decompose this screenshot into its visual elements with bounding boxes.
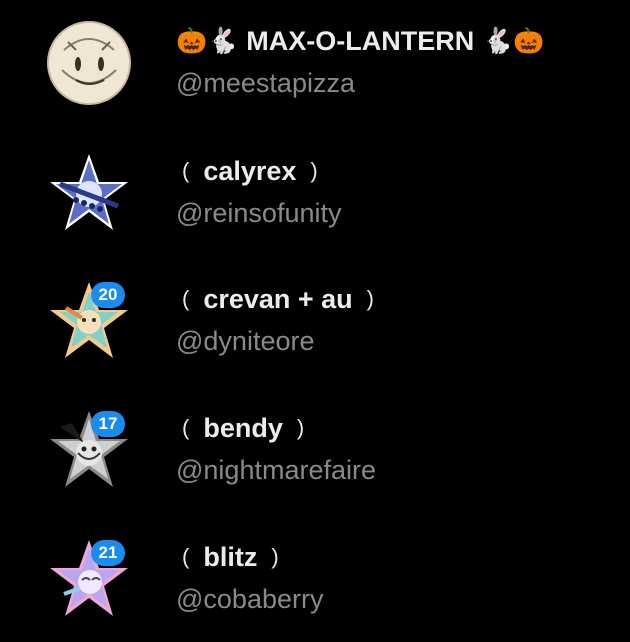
display-name: ( crevan + au ) (176, 282, 380, 316)
account-handle: @dyniteore (176, 326, 315, 356)
account-row-reinsofunity[interactable]: ( calyrex ) @reinsofunity (0, 138, 630, 248)
close-paren: ) (366, 286, 374, 311)
account-handle: @cobaberry (176, 584, 324, 614)
open-paren: ( (182, 286, 190, 311)
rabbit-icon: 🐇 (482, 26, 514, 55)
avatar[interactable] (46, 150, 132, 236)
display-name-text: blitz (203, 542, 258, 572)
pumpkin-icon: 🎃 (176, 26, 208, 55)
display-name-text: bendy (203, 413, 283, 443)
avatar-image (50, 154, 128, 230)
open-paren: ( (182, 158, 190, 183)
avatar[interactable]: 17 (46, 407, 132, 493)
open-paren: ( (182, 415, 190, 440)
account-row-meestapizza[interactable]: 🎃 🐇 MAX-O-LANTERN 🐇 🎃 @meestapizza (0, 8, 630, 118)
close-paren: ) (271, 544, 279, 569)
close-paren: ) (310, 158, 318, 183)
open-paren: ( (182, 544, 190, 569)
account-row-dyniteore[interactable]: 20 ( crevan + au ) @dyniteore (0, 266, 630, 376)
account-handle: @nightmarefaire (176, 455, 376, 485)
account-row-cobaberry[interactable]: 21 ( blitz ) @cobaberry (0, 524, 630, 634)
pumpkin-icon: 🎃 (513, 26, 545, 55)
unread-count-badge: 21 (91, 540, 125, 566)
display-name-text: MAX-O-LANTERN (246, 26, 475, 56)
display-name: 🎃 🐇 MAX-O-LANTERN 🐇 🎃 (176, 24, 545, 58)
rabbit-icon: 🐇 (207, 26, 239, 55)
display-name: ( blitz ) (176, 540, 285, 574)
avatar-image (47, 21, 131, 105)
display-name: ( bendy ) (176, 411, 310, 445)
account-row-nightmarefaire[interactable]: 17 ( bendy ) @nightmarefaire (0, 395, 630, 505)
account-handle: @meestapizza (176, 68, 355, 98)
display-name: ( calyrex ) (176, 154, 324, 188)
avatar[interactable]: 21 (46, 536, 132, 622)
unread-count-badge: 17 (91, 411, 125, 437)
account-handle: @reinsofunity (176, 198, 342, 228)
avatar[interactable] (46, 20, 132, 106)
avatar[interactable]: 20 (46, 278, 132, 364)
unread-count-badge: 20 (91, 282, 125, 308)
display-name-text: calyrex (203, 156, 297, 186)
display-name-text: crevan + au (203, 284, 353, 314)
account-list: 🎃 🐇 MAX-O-LANTERN 🐇 🎃 @meestapizza ( cal (0, 0, 630, 642)
close-paren: ) (296, 415, 305, 440)
